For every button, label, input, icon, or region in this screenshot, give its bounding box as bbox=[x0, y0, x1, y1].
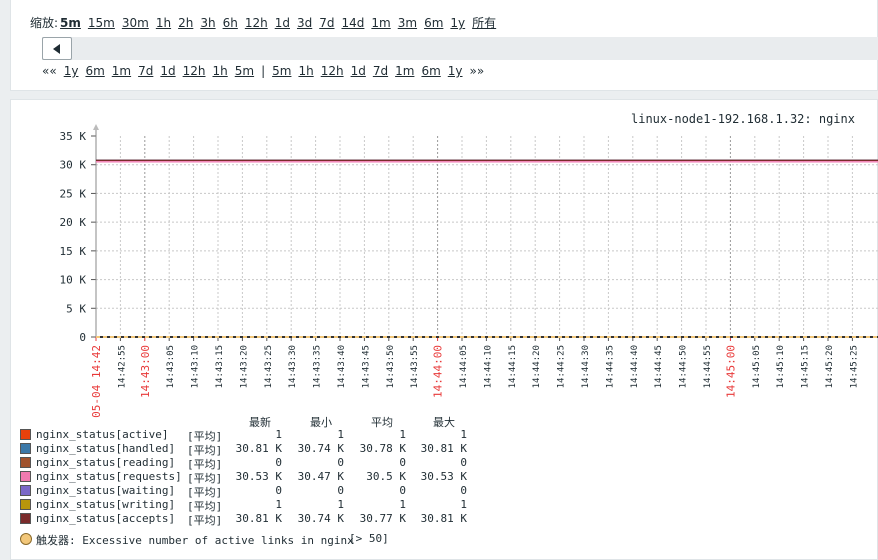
y-axis-arrow bbox=[93, 124, 99, 130]
legend-value-min: 30.47 K bbox=[297, 470, 344, 483]
x-tick-label: 14:43:10 bbox=[191, 345, 201, 388]
legend-row: nginx_status[handled] [平均] 30.81 K 30.74 K3… bbox=[20, 442, 480, 457]
x-tick-label: 14:45:10 bbox=[776, 345, 786, 388]
legend-func: [平均] bbox=[187, 514, 223, 527]
x-tick-label: 14:43:50 bbox=[386, 345, 396, 388]
graph-title: linux-node1-192.168.1.32: nginx bbox=[631, 112, 855, 126]
y-tick-label: 20 K bbox=[60, 216, 87, 229]
legend-value-min: 30.74 K bbox=[297, 512, 344, 525]
legend-value-min: 1 bbox=[337, 428, 344, 441]
legend-value-avg: 30.77 K bbox=[359, 512, 406, 525]
x-tick-label: 14:43:25 bbox=[264, 345, 274, 388]
legend-value-min: 0 bbox=[337, 484, 344, 497]
legend-swatch bbox=[20, 499, 31, 510]
x-tick-label: 05-04 14:42 bbox=[90, 345, 103, 418]
legend-value-max: 30.81 K bbox=[420, 512, 467, 525]
x-tick-label: 14:44:15 bbox=[508, 345, 518, 388]
legend-value-max: 30.81 K bbox=[420, 442, 467, 455]
legend-value-max: 1 bbox=[460, 428, 467, 441]
legend-row: nginx_status[reading] [平均] 0 0 0 0 bbox=[20, 456, 480, 471]
trigger-icon bbox=[20, 533, 32, 545]
y-tick-label: 15 K bbox=[60, 245, 87, 258]
y-tick-label: 5 K bbox=[66, 302, 86, 315]
x-tick-label: 14:44:00 bbox=[432, 345, 445, 398]
x-tick-label: 14:45:05 bbox=[752, 345, 762, 388]
x-tick-label: 14:44:40 bbox=[630, 345, 640, 388]
x-tick-label: 14:44:10 bbox=[483, 345, 493, 388]
legend-series-name: nginx_status[waiting] bbox=[36, 484, 176, 497]
y-tick-label: 25 K bbox=[60, 187, 87, 200]
legend-value-max: 30.53 K bbox=[420, 470, 467, 483]
legend-value-last: 30.81 K bbox=[235, 512, 282, 525]
legend-value-min: 30.74 K bbox=[297, 442, 344, 455]
legend-row: nginx_status[writing] [平均] 1 1 1 1 bbox=[20, 498, 480, 513]
x-tick-label: 14:43:35 bbox=[313, 345, 323, 388]
x-tick-label: 14:45:15 bbox=[801, 345, 811, 388]
legend-value-max: 0 bbox=[460, 456, 467, 469]
legend-value-avg: 1 bbox=[399, 428, 406, 441]
legend-value-last: 1 bbox=[275, 428, 282, 441]
x-tick-label: 14:44:30 bbox=[581, 345, 591, 388]
x-tick-label: 14:44:50 bbox=[679, 345, 689, 388]
y-tick-label: 0 bbox=[79, 331, 86, 344]
legend-swatch bbox=[20, 485, 31, 496]
legend-series-name: nginx_status[requests] bbox=[36, 470, 182, 483]
legend-value-last: 30.81 K bbox=[235, 442, 282, 455]
legend-swatch bbox=[20, 513, 31, 524]
legend-value-max: 0 bbox=[460, 484, 467, 497]
x-tick-label: 14:45:25 bbox=[849, 345, 859, 388]
trigger-label: 触发器: Excessive number of active links in… bbox=[36, 534, 354, 547]
legend-series-name: nginx_status[active] bbox=[36, 428, 169, 441]
legend-value-min: 1 bbox=[337, 498, 344, 511]
legend-value-avg: 0 bbox=[399, 456, 406, 469]
x-tick-label: 14:44:45 bbox=[654, 345, 664, 388]
x-tick-label: 14:44:25 bbox=[557, 345, 567, 388]
x-tick-label: 14:43:20 bbox=[239, 345, 249, 388]
legend-value-avg: 1 bbox=[399, 498, 406, 511]
legend-series-name: nginx_status[reading] bbox=[36, 456, 176, 469]
x-tick-label: 14:44:05 bbox=[459, 345, 469, 388]
legend-swatch bbox=[20, 443, 31, 454]
x-tick-label: 14:44:35 bbox=[605, 345, 615, 388]
legend-swatch bbox=[20, 429, 31, 440]
legend-swatch bbox=[20, 471, 31, 482]
x-tick-label: 14:43:45 bbox=[361, 345, 371, 388]
legend-row: nginx_status[accepts] [平均] 30.81 K 30.74 K 3… bbox=[20, 512, 480, 527]
x-tick-label: 14:42:55 bbox=[117, 345, 127, 388]
legend-row: nginx_status[waiting] [平均] 0 0 0 0 bbox=[20, 484, 480, 499]
legend-row: nginx_status[requests] [平均] 30.53 K 30.47 K… bbox=[20, 470, 480, 485]
legend-value-avg: 30.5 K bbox=[366, 470, 406, 483]
x-tick-label: 14:43:30 bbox=[288, 345, 298, 388]
legend-series-name: nginx_status[writing] bbox=[36, 498, 176, 511]
legend-swatch bbox=[20, 457, 31, 468]
legend-series-name: nginx_status[accepts] bbox=[36, 512, 176, 525]
y-tick-label: 35 K bbox=[60, 130, 87, 143]
y-tick-label: 30 K bbox=[60, 159, 87, 172]
x-tick-label: 14:44:20 bbox=[532, 345, 542, 388]
legend-row: nginx_status[active] [平均] 1 1 1 1 bbox=[20, 428, 480, 443]
x-tick-label: 14:45:00 bbox=[724, 345, 737, 398]
legend-value-last: 0 bbox=[275, 456, 282, 469]
legend-value-max: 1 bbox=[460, 498, 467, 511]
trigger-threshold: [> 50] bbox=[349, 532, 389, 545]
x-tick-label: 14:43:40 bbox=[337, 345, 347, 388]
legend-series-name: nginx_status[handled] bbox=[36, 442, 176, 455]
legend-value-min: 0 bbox=[337, 456, 344, 469]
legend-value-last: 0 bbox=[275, 484, 282, 497]
x-tick-label: 14:45:20 bbox=[825, 345, 835, 388]
x-tick-label: 14:43:55 bbox=[410, 345, 420, 388]
y-tick-label: 10 K bbox=[60, 274, 87, 287]
x-tick-label: 14:44:55 bbox=[703, 345, 713, 388]
legend-value-avg: 0 bbox=[399, 484, 406, 497]
legend-value-avg: 30.78 K bbox=[359, 442, 406, 455]
legend-value-last: 30.53 K bbox=[235, 470, 282, 483]
x-tick-label: 14:43:05 bbox=[166, 345, 176, 388]
legend-value-last: 1 bbox=[275, 498, 282, 511]
x-tick-label: 14:43:00 bbox=[139, 345, 152, 398]
x-tick-label: 14:43:15 bbox=[215, 345, 225, 388]
